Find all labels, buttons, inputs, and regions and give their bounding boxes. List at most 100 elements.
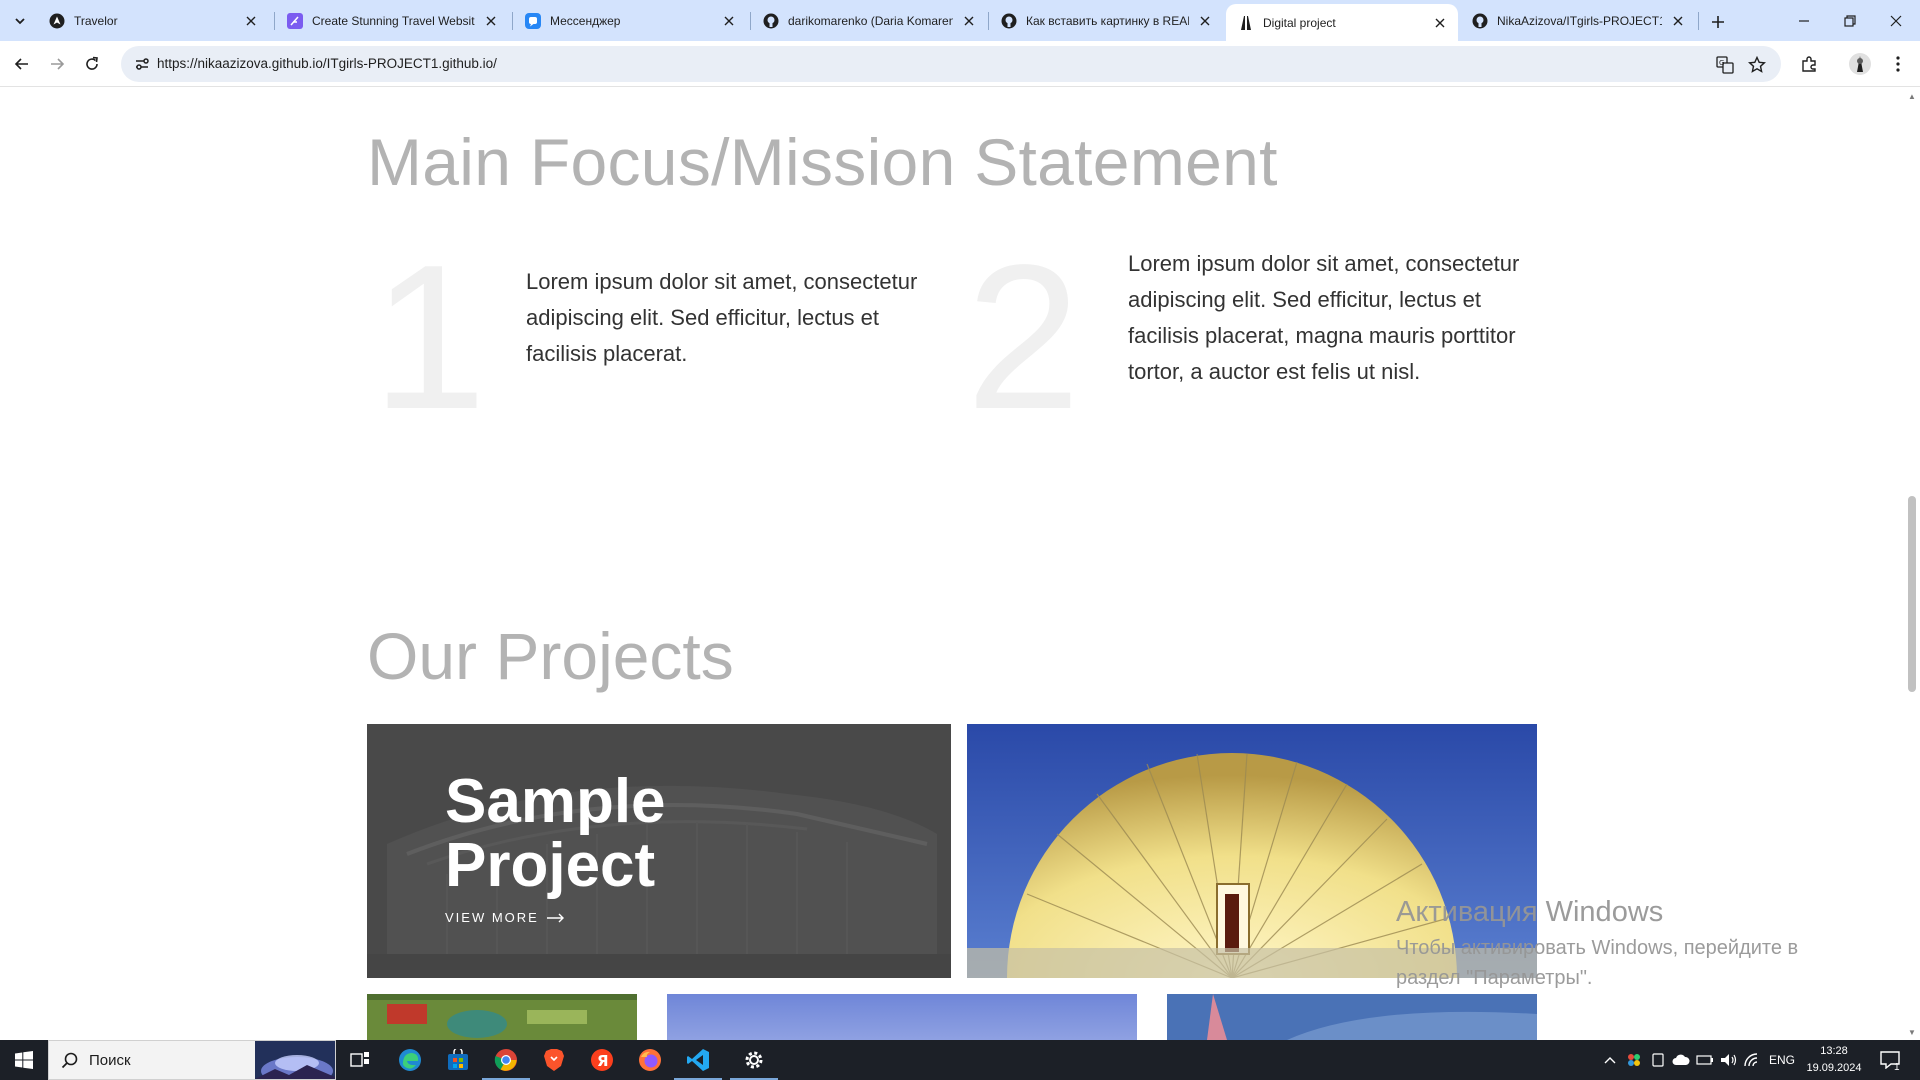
tab-darikomarenko[interactable]: darikomarenko (Daria Komarenko) — [751, 0, 987, 41]
address-bar[interactable]: https://nikaazizova.github.io/ITgirls-PR… — [121, 46, 1781, 82]
vk-messenger-icon — [525, 12, 541, 29]
new-tab-button[interactable] — [1704, 8, 1732, 36]
view-more-link[interactable]: VIEW MORE — [445, 910, 565, 925]
tab-title: Digital project — [1263, 15, 1336, 30]
language-indicator[interactable]: ENG — [1766, 1040, 1798, 1080]
start-button[interactable] — [0, 1040, 48, 1080]
onedrive-tray-button[interactable] — [1670, 1040, 1692, 1080]
minimize-icon — [1799, 19, 1809, 22]
close-icon[interactable] — [721, 13, 737, 29]
close-icon[interactable] — [1432, 15, 1448, 31]
brave-icon — [544, 1049, 564, 1071]
reload-icon — [86, 56, 98, 70]
project-image-sky[interactable] — [667, 994, 1137, 1040]
mission-text-1: Lorem ipsum dolor sit amet, consectetur … — [526, 269, 918, 366]
scroll-down-icon[interactable]: ▼ — [1908, 1028, 1916, 1037]
chrome-app-button[interactable] — [482, 1040, 530, 1080]
speaker-icon — [1721, 1054, 1737, 1066]
search-placeholder: Поиск — [89, 1052, 131, 1069]
close-icon[interactable] — [483, 13, 499, 29]
chevron-down-icon — [15, 18, 25, 25]
task-view-button[interactable] — [336, 1040, 384, 1080]
arrow-left-icon — [14, 58, 28, 70]
close-window-button[interactable] — [1873, 0, 1919, 41]
tab-title: Create Stunning Travel Website — [312, 13, 475, 28]
tab-title: Как вставить картинку в README — [1026, 13, 1189, 28]
mission-heading: Main Focus/Mission Statement — [367, 125, 1278, 199]
tray-app-icon[interactable] — [1624, 1040, 1644, 1080]
network-tray-button[interactable] — [1742, 1040, 1764, 1080]
device-icon — [1652, 1053, 1664, 1067]
minimize-button[interactable] — [1781, 0, 1827, 41]
url-text: https://nikaazizova.github.io/ITgirls-PR… — [157, 56, 497, 71]
tab-strip: Travelor Create Stunning Travel Website … — [0, 0, 1920, 41]
taskbar-search-box[interactable]: Поиск — [48, 1040, 336, 1080]
back-button[interactable] — [8, 50, 36, 78]
site-info-icon[interactable] — [133, 55, 151, 73]
wifi-icon — [1744, 1053, 1758, 1067]
firefox-app-button[interactable] — [626, 1040, 674, 1080]
tab-create-stunning[interactable]: Create Stunning Travel Website — [275, 0, 509, 41]
vscode-icon — [687, 1049, 709, 1071]
close-icon[interactable] — [1197, 13, 1213, 29]
page-scrollbar[interactable]: ▲ ▼ — [1904, 88, 1920, 1040]
search-icon — [61, 1052, 78, 1069]
windows-logo-icon — [15, 1051, 33, 1069]
task-view-icon — [350, 1052, 369, 1067]
clock-time: 13:28 — [1820, 1045, 1848, 1057]
search-highlight-image — [255, 1041, 335, 1079]
tab-travelor[interactable]: Travelor — [37, 0, 269, 41]
volume-tray-button[interactable] — [1718, 1040, 1740, 1080]
bookmark-star-icon[interactable] — [1747, 55, 1767, 75]
chevron-up-icon — [1604, 1057, 1616, 1064]
close-icon[interactable] — [1670, 13, 1686, 29]
featured-project-card[interactable]: Sample Project VIEW MORE — [367, 724, 951, 978]
clock-date: 19.09.2024 — [1806, 1062, 1862, 1074]
notification-count: 1 — [1894, 1062, 1900, 1073]
close-icon[interactable] — [243, 13, 259, 29]
svg-text:G: G — [1719, 59, 1724, 67]
view-more-label: VIEW MORE — [445, 910, 539, 925]
scroll-up-icon[interactable]: ▲ — [1908, 92, 1916, 101]
color-app-icon — [1628, 1054, 1640, 1066]
settings-app-button[interactable] — [730, 1040, 778, 1080]
tab-nikaazizova-repo[interactable]: NikaAzizova/ITgirls-PROJECT1.github.io — [1460, 0, 1696, 41]
close-icon[interactable] — [961, 13, 977, 29]
store-app-button[interactable] — [434, 1040, 482, 1080]
vscode-app-button[interactable] — [674, 1040, 722, 1080]
close-icon — [1890, 15, 1902, 26]
sail-building-image — [1167, 994, 1537, 1040]
tab-messenger[interactable]: Мессенджер — [513, 0, 747, 41]
tab-digital-project[interactable]: Digital project — [1226, 4, 1458, 41]
restore-button[interactable] — [1827, 0, 1873, 41]
notification-center-button[interactable]: 1 — [1870, 1040, 1910, 1080]
tab-readme-howto[interactable]: Как вставить картинку в README — [989, 0, 1223, 41]
tray-device-icon[interactable] — [1648, 1040, 1668, 1080]
edge-app-button[interactable] — [386, 1040, 434, 1080]
reload-button[interactable] — [78, 50, 106, 78]
browser-toolbar: https://nikaazizova.github.io/ITgirls-PR… — [0, 41, 1920, 87]
menu-kebab-icon[interactable] — [1886, 52, 1910, 76]
brave-app-button[interactable] — [530, 1040, 578, 1080]
scroll-thumb[interactable] — [1908, 496, 1916, 692]
taskbar-clock[interactable]: 13:28 19.09.2024 — [1806, 1043, 1862, 1077]
tab-search-button[interactable] — [8, 9, 32, 33]
arrow-right-icon — [51, 58, 65, 70]
avatar[interactable] — [1848, 52, 1872, 76]
yandex-app-button[interactable]: Я — [578, 1040, 626, 1080]
windows-activation-watermark: Активация Windows Чтобы активировать Win… — [1396, 896, 1798, 993]
windows-taskbar: Поиск Я ENG 13:28 19.09.2024 1 — [0, 1040, 1920, 1080]
battery-tray-button[interactable] — [1694, 1040, 1716, 1080]
project-image-sail[interactable] — [1167, 994, 1537, 1040]
translate-icon[interactable]: G — [1715, 55, 1735, 75]
settings-icon — [745, 1051, 763, 1069]
town-model-image — [367, 994, 637, 1040]
tray-overflow-button[interactable] — [1600, 1040, 1620, 1080]
forward-button[interactable] — [43, 50, 71, 78]
extensions-icon[interactable] — [1797, 52, 1821, 76]
tab-separator — [1698, 12, 1699, 30]
project-image-town[interactable] — [367, 994, 637, 1040]
tab-title: Мессенджер — [550, 13, 621, 28]
activation-title: Активация Windows — [1396, 896, 1664, 928]
yandex-icon: Я — [591, 1049, 613, 1071]
